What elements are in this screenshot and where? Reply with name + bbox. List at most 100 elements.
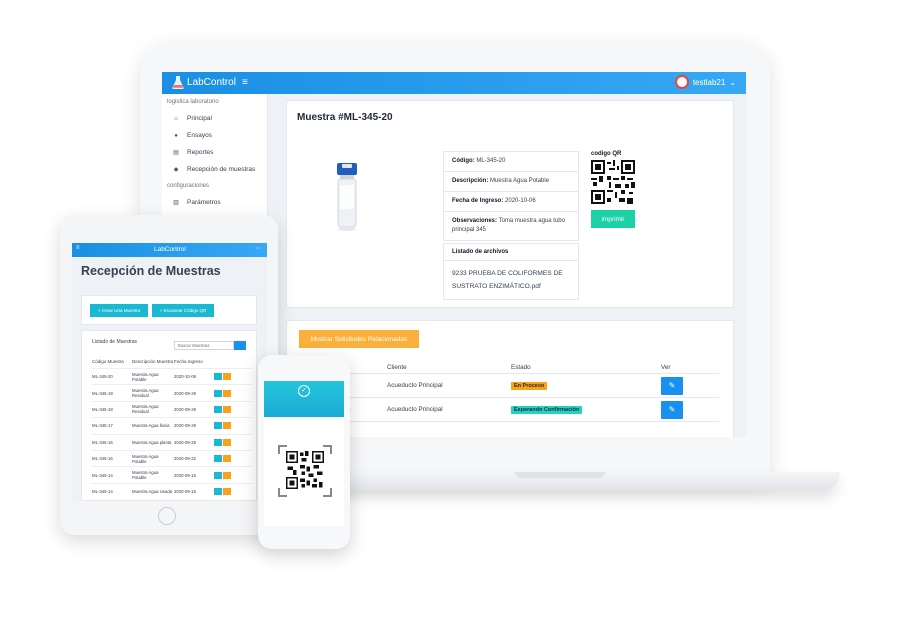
- page-title: Muestra #ML-345-20: [297, 112, 393, 123]
- table-row: 7 Acueducto Principal En Proceso ✎: [347, 374, 719, 398]
- sidebar-item-principal[interactable]: ⌂ Principal: [162, 110, 267, 127]
- edit-button[interactable]: [223, 373, 231, 381]
- edit-button[interactable]: [223, 471, 231, 479]
- edit-button[interactable]: [223, 438, 231, 446]
- print-button[interactable]: imprimir: [591, 210, 635, 228]
- show-related-button[interactable]: Mostrar Solicitudes Relacionadas: [299, 330, 419, 348]
- table-row: 6 Acueducto Principal Esperando Confirma…: [347, 398, 719, 422]
- settings-icon: ▥: [173, 200, 179, 206]
- info-descripcion: Descripción: Muestra Agua Potable: [444, 172, 578, 192]
- sidebar-item-recepcion[interactable]: ◆ Recepción de muestras: [162, 161, 267, 178]
- row-actions: [214, 422, 244, 430]
- sidebar-item-parametros[interactable]: ▥ Parámetros: [162, 194, 267, 211]
- laptop-notch: [515, 472, 605, 478]
- info-fecha: Fecha de Ingreso: 2020-10-06: [444, 192, 578, 212]
- create-sample-button[interactable]: + Crear Una Muestra: [90, 304, 148, 317]
- device-mockup-scene: LabControl ≡ testlab21 ⌄ logistica labor…: [0, 0, 900, 622]
- sidebar-item-label: Parámetros: [187, 199, 221, 206]
- edit-button[interactable]: ✎: [661, 400, 683, 419]
- sidebar-item-label: Recepción de muestras: [187, 166, 256, 173]
- table-row: ML-345-20 Muestra Agua Potable 2020-10-06: [92, 368, 252, 384]
- view-button[interactable]: [214, 438, 222, 446]
- row-actions: [214, 389, 244, 397]
- user-icon: ●: [174, 132, 178, 139]
- view-button[interactable]: [214, 471, 222, 479]
- files-box: Listado de archivos 9233 PRUEBA DE COLIF…: [443, 243, 579, 300]
- view-button[interactable]: [214, 373, 222, 381]
- table-row: ML-345-14 Muestra Agua Potable 2020-09-15: [92, 466, 252, 482]
- table-header: Cliente Estado Ver: [347, 362, 719, 374]
- view-button[interactable]: [214, 487, 222, 495]
- app-name: LabControl: [187, 76, 236, 88]
- view-button[interactable]: [214, 389, 222, 397]
- view-button[interactable]: [214, 405, 222, 413]
- row-actions: [214, 471, 244, 479]
- sidebar-item-label: Principal: [187, 115, 212, 122]
- hamburger-icon[interactable]: ≡: [242, 77, 248, 88]
- related-requests-card: Mostrar Solicitudes Relacionadas Cliente…: [286, 320, 734, 437]
- row-actions: [214, 405, 244, 413]
- home-icon: ⌂: [174, 115, 178, 122]
- files-heading: Listado de archivos: [444, 244, 578, 261]
- more-icon[interactable]: ⋯: [255, 245, 261, 252]
- file-link[interactable]: 9233 PRUEBA DE COLIFORMES DE SUSTRATO EN…: [444, 261, 578, 299]
- row-actions: [214, 373, 244, 381]
- top-navbar: LabControl ≡ testlab21 ⌄: [162, 72, 746, 94]
- row-actions: [214, 487, 244, 495]
- status-badge: Esperando Confirmación: [511, 405, 583, 414]
- app-logo[interactable]: LabControl: [172, 75, 236, 89]
- table-row: ML-345-18 Muestra Agua Residual 2020-09-29: [92, 400, 252, 417]
- edit-button[interactable]: ✎: [661, 376, 683, 395]
- scan-qr-button[interactable]: + Escanear Código QR: [152, 304, 214, 317]
- edit-button[interactable]: [223, 389, 231, 397]
- info-codigo: Código: ML-345-20: [444, 152, 578, 172]
- hamburger-icon[interactable]: ≡: [76, 245, 80, 251]
- table-row: ML-345-15 Muestra Agua planta 2020-09-25: [92, 433, 252, 450]
- page-title: Recepción de Muestras: [81, 264, 221, 278]
- pencil-icon: ✎: [668, 405, 676, 414]
- sidebar-item-reportes[interactable]: ▤ Reportes: [162, 144, 267, 161]
- phone-screen: ✓: [264, 381, 344, 526]
- search-button[interactable]: [234, 341, 246, 350]
- tablet-navbar: ≡ LabControl ⋯: [72, 243, 267, 257]
- flask-icon: [172, 75, 184, 89]
- qr-code: [591, 160, 635, 204]
- table-row: ML-345-14 Muestra Agua Usada 2020-09-15: [92, 482, 252, 499]
- status-badge: En Proceso: [511, 381, 548, 390]
- col-ver: Ver: [661, 364, 671, 371]
- samples-table: ML-345-20 Muestra Agua Potable 2020-10-06 M…: [92, 368, 252, 499]
- qr-label: codigo QR: [591, 151, 622, 157]
- row-actions: [214, 455, 244, 463]
- related-table: Cliente Estado Ver 7 Acueducto Principal…: [347, 362, 719, 422]
- row-actions: [214, 438, 244, 446]
- user-menu[interactable]: testlab21 ⌄: [674, 75, 736, 89]
- tablet-home-button[interactable]: [158, 507, 176, 525]
- edit-button[interactable]: [223, 422, 231, 430]
- tablet-screen: ≡ LabControl ⋯ Recepción de Muestras + C…: [72, 243, 267, 501]
- col-estado: Estado: [511, 364, 531, 371]
- sidebar-item-ensayos[interactable]: ● Ensayos: [162, 127, 267, 144]
- table-row: ML-345-16 Muestra Agua Potable 2020-09-22: [92, 449, 252, 466]
- edit-button[interactable]: [223, 405, 231, 413]
- col-cliente: Cliente: [387, 364, 407, 371]
- view-button[interactable]: [214, 422, 222, 430]
- edit-button[interactable]: [223, 487, 231, 495]
- pencil-icon: ✎: [668, 381, 676, 390]
- actions-card: + Crear Una Muestra + Escanear Código QR: [81, 295, 257, 325]
- report-icon: ▤: [173, 150, 179, 156]
- view-button[interactable]: [214, 455, 222, 463]
- phone-header: ✓: [264, 381, 344, 417]
- vial-image: [335, 161, 359, 233]
- sample-detail-card: Muestra #ML-345-20 Código: ML-345-20 Des…: [286, 100, 734, 308]
- sidebar-section-logistica: logistica laboratorio: [167, 99, 219, 105]
- inbox-icon: ◆: [173, 167, 179, 173]
- chevron-down-icon: ⌄: [729, 77, 736, 87]
- table-row: ML-345-19 Muestra Agua Residual 2020-09-29: [92, 384, 252, 400]
- sidebar-item-label: Ensayos: [187, 132, 212, 139]
- sidebar-item-label: Reportes: [187, 149, 214, 156]
- table-row: ML-345-17 Muestra Agua lluvia 2020-09-29: [92, 417, 252, 433]
- list-title: Listado de Muestras: [92, 339, 138, 345]
- search-input[interactable]: Buscar Muestras: [174, 341, 234, 350]
- sample-info-box: Código: ML-345-20 Descripción: Muestra A…: [443, 151, 579, 241]
- edit-button[interactable]: [223, 455, 231, 463]
